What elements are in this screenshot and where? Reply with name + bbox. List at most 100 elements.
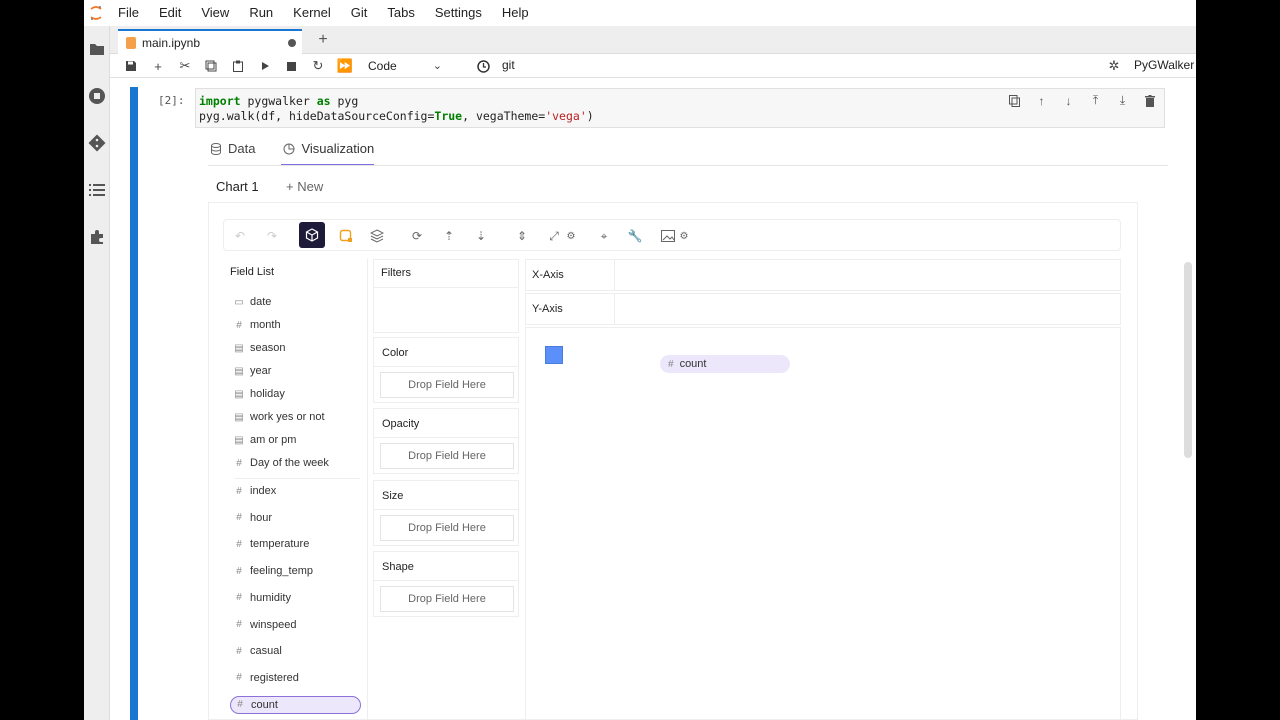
cell-type-select[interactable]: Code ⌄ <box>368 59 442 75</box>
tab-visualization[interactable]: Visualization <box>281 136 374 166</box>
field-name: Day of the week <box>250 457 329 469</box>
undo-icon[interactable]: ↶ <box>230 226 250 246</box>
code-module: pygwalker <box>240 94 317 108</box>
mark-type-cube-icon[interactable] <box>299 222 325 248</box>
field-item-feeling_temp[interactable]: # feeling_temp <box>234 562 313 580</box>
field-item-hour[interactable]: # hour <box>234 509 272 527</box>
menu-file[interactable]: File <box>108 0 149 26</box>
insert-below-icon[interactable]: ⤓ <box>1114 92 1131 109</box>
extensions-icon[interactable] <box>88 228 106 246</box>
viz-toolbar: ↶ ↷ ⟳ ⇡ ⇣ ⇕ ⤢ ⚙ ⌖ 🔧 ⚙ <box>223 219 1121 251</box>
tab-bar: main.ipynb + <box>110 26 1196 54</box>
field-item-humidity[interactable]: # humidity <box>234 589 291 607</box>
field-type-icon: # <box>237 699 243 711</box>
copy-icon[interactable] <box>202 57 220 75</box>
transpose-icon[interactable]: ⇕ <box>512 226 532 246</box>
field-item-year[interactable]: ▤ year <box>234 362 271 380</box>
field-item-month[interactable]: # month <box>234 316 280 334</box>
notebook-scrollbar[interactable] <box>1184 262 1192 458</box>
table-of-contents-icon[interactable] <box>88 181 106 199</box>
field-item-work-yes-or-not[interactable]: ▤ work yes or not <box>234 408 324 426</box>
chart-area[interactable]: # count <box>525 327 1121 720</box>
export-settings-gear-icon[interactable]: ⚙ <box>674 226 694 246</box>
restart-run-all-icon[interactable]: ⏩ <box>336 57 354 75</box>
menu-settings[interactable]: Settings <box>425 0 492 26</box>
run-cell-icon[interactable] <box>256 57 274 75</box>
cell-prompt: [2]: <box>158 94 185 107</box>
field-item-season[interactable]: ▤ season <box>234 339 285 357</box>
tab-data[interactable]: Data <box>208 136 255 166</box>
size-drop-zone[interactable]: Drop Field Here <box>380 514 514 541</box>
menu-kernel[interactable]: Kernel <box>283 0 341 26</box>
insert-above-icon[interactable]: ⤒ <box>1087 92 1104 109</box>
expand-settings-gear-icon[interactable]: ⚙ <box>561 226 581 246</box>
field-item-casual[interactable]: # casual <box>234 642 282 660</box>
mark-swatch <box>545 346 563 364</box>
kernel-name[interactable]: PyGWalker <box>1134 58 1194 72</box>
focus-icon[interactable]: ⌖ <box>594 226 614 246</box>
folder-icon[interactable] <box>88 40 106 58</box>
color-drop-zone[interactable]: Drop Field Here <box>380 372 514 398</box>
active-cell-indicator[interactable] <box>130 87 138 720</box>
shape-drop-zone[interactable]: Drop Field Here <box>380 585 514 612</box>
wrench-icon[interactable]: 🔧 <box>625 226 645 246</box>
pygwalker-tabs: Data Visualization <box>208 136 400 166</box>
running-icon[interactable] <box>88 87 106 105</box>
field-name: am or pm <box>250 434 297 446</box>
new-chart-tab[interactable]: + New <box>278 174 323 202</box>
y-axis-separator <box>614 294 615 324</box>
code-keyword: True <box>434 109 463 123</box>
git-label[interactable]: git <box>502 58 515 72</box>
sort-descending-icon[interactable]: ⇣ <box>471 226 491 246</box>
menu-help[interactable]: Help <box>492 0 539 26</box>
field-name: year <box>250 365 272 377</box>
field-item-winspeed[interactable]: # winspeed <box>234 616 296 634</box>
delete-cell-icon[interactable] <box>1141 92 1158 109</box>
menu-edit[interactable]: Edit <box>149 0 191 26</box>
tab-main-ipynb[interactable]: main.ipynb <box>118 29 302 54</box>
dragging-field-pill[interactable]: # count <box>660 355 790 373</box>
save-icon[interactable] <box>122 57 140 75</box>
clock-icon[interactable] <box>474 57 492 75</box>
tab-data-label: Data <box>228 141 256 156</box>
opacity-drop-zone[interactable]: Drop Field Here <box>380 443 514 470</box>
new-tab-plus-icon[interactable]: + <box>312 29 334 51</box>
git-icon[interactable] <box>88 134 106 152</box>
field-item-temperature[interactable]: # temperature <box>234 535 309 553</box>
unsaved-dot-icon[interactable] <box>288 39 296 47</box>
add-cell-icon[interactable]: + <box>149 57 167 75</box>
x-axis-shelf[interactable]: X-Axis <box>525 259 1121 291</box>
field-item-day-of-the-week[interactable]: # Day of the week <box>234 454 329 472</box>
redo-icon[interactable]: ↷ <box>262 226 282 246</box>
y-axis-shelf[interactable]: Y-Axis <box>525 293 1121 325</box>
code-text: , vegaTheme= <box>462 109 546 123</box>
field-item-date[interactable]: ▭ date <box>234 293 271 311</box>
tab-title: main.ipynb <box>142 35 201 50</box>
sort-ascending-icon[interactable]: ⇡ <box>439 226 459 246</box>
menu-view[interactable]: View <box>191 0 239 26</box>
debugger-bug-icon[interactable]: ✲ <box>1105 57 1123 75</box>
field-item-registered[interactable]: # registered <box>234 669 299 687</box>
aggregation-icon[interactable] <box>336 226 356 246</box>
field-item-count[interactable]: # count <box>230 695 361 714</box>
field-name: humidity <box>250 591 291 604</box>
move-up-icon[interactable]: ↑ <box>1033 92 1050 109</box>
move-down-icon[interactable]: ↓ <box>1060 92 1077 109</box>
cut-icon[interactable]: ✂ <box>176 57 194 75</box>
menu-tabs[interactable]: Tabs <box>377 0 424 26</box>
chart-tab-1[interactable]: Chart 1 <box>208 174 278 202</box>
refresh-icon[interactable]: ⟳ <box>407 226 427 246</box>
jupyter-logo-icon <box>84 0 108 26</box>
axes-shelves: X-Axis Y-Axis <box>525 259 1121 327</box>
field-type-icon: # <box>236 565 242 577</box>
field-item-index[interactable]: # index <box>234 482 276 500</box>
stop-kernel-icon[interactable] <box>282 57 300 75</box>
duplicate-cell-icon[interactable] <box>1006 92 1023 109</box>
menu-run[interactable]: Run <box>239 0 283 26</box>
restart-kernel-icon[interactable]: ↻ <box>309 57 327 75</box>
field-item-am-or-pm[interactable]: ▤ am or pm <box>234 431 296 449</box>
layers-icon[interactable] <box>367 226 387 246</box>
menu-git[interactable]: Git <box>341 0 378 26</box>
paste-icon[interactable] <box>229 57 247 75</box>
field-item-holiday[interactable]: ▤ holiday <box>234 385 285 403</box>
